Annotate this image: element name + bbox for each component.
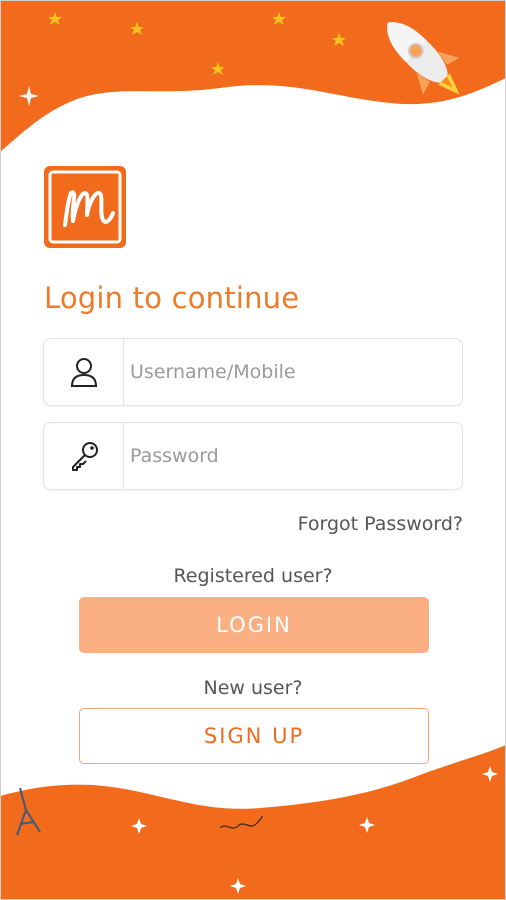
key-icon (44, 423, 124, 489)
login-button[interactable]: LOGIN (79, 597, 429, 653)
bottom-wave-decoration (0, 745, 506, 900)
login-screen: Login to continue Forgot Password? Regis… (0, 0, 506, 900)
new-user-label: New user? (203, 677, 303, 699)
user-icon (44, 339, 124, 405)
forgot-password-link[interactable]: Forgot Password? (298, 513, 463, 535)
app-logo (44, 166, 126, 248)
username-field[interactable] (43, 338, 463, 406)
registered-user-label: Registered user? (173, 565, 333, 587)
password-input[interactable] (130, 423, 450, 489)
top-wave-decoration (0, 0, 506, 152)
password-field[interactable] (43, 422, 463, 490)
page-title: Login to continue (44, 281, 300, 315)
username-input[interactable] (130, 339, 450, 405)
